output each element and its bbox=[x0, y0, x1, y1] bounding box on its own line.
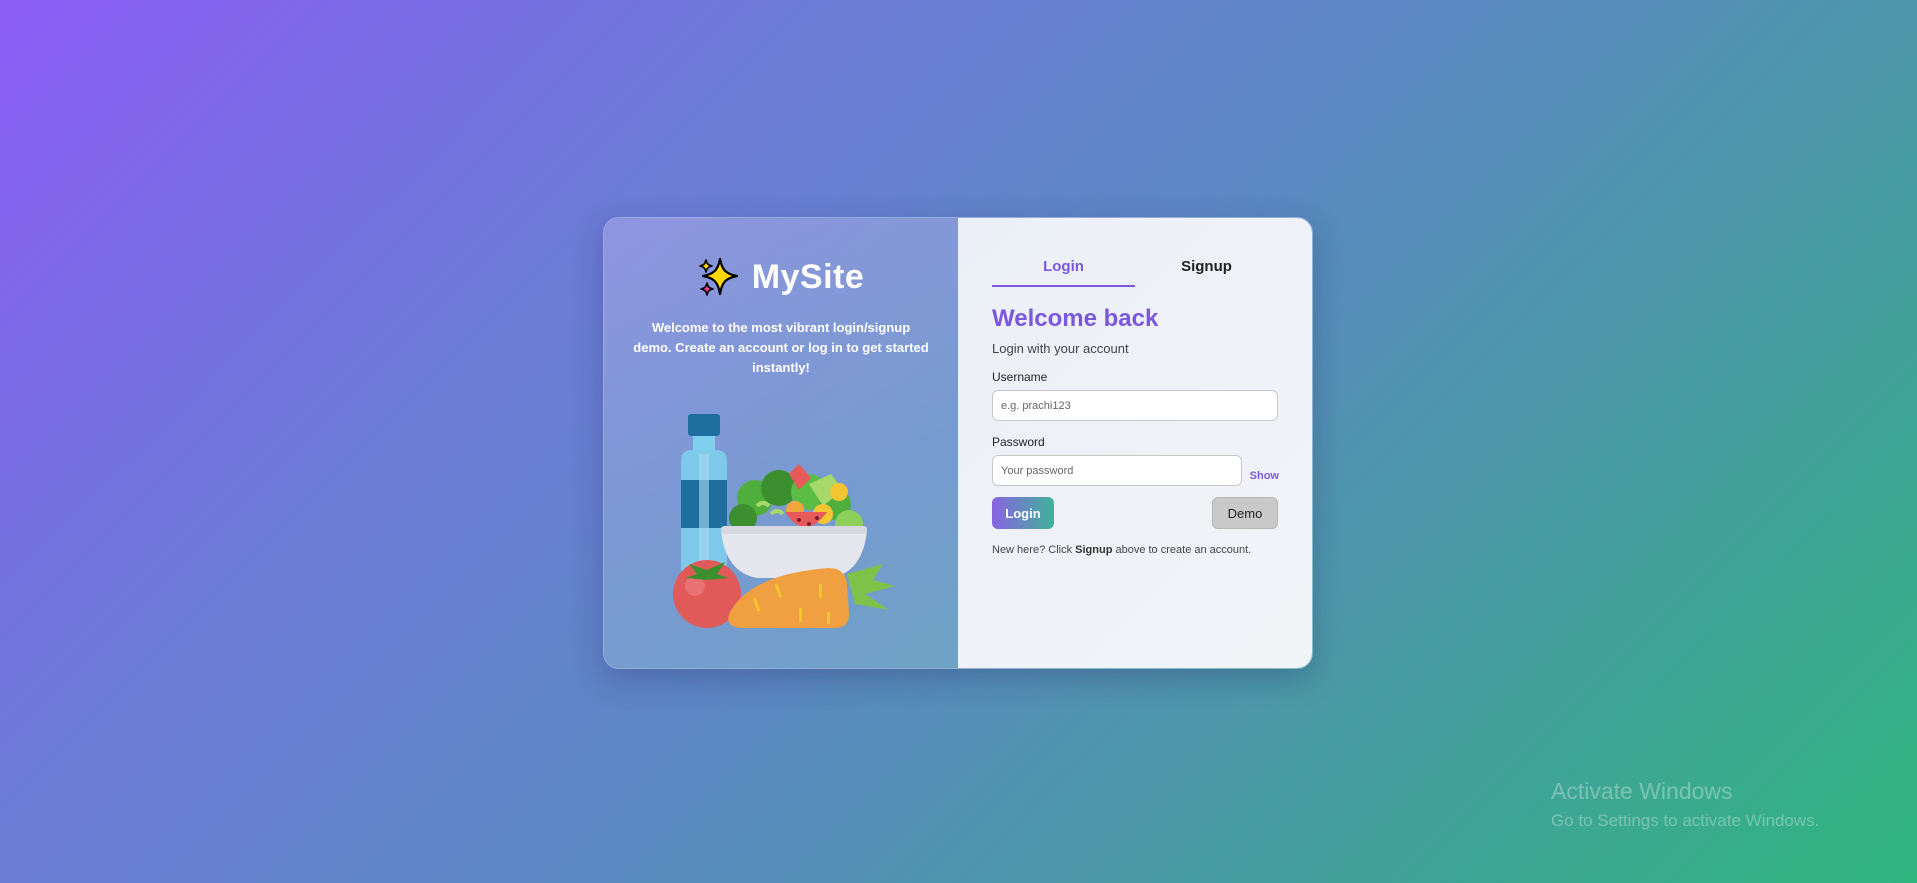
healthy-food-illustration bbox=[673, 414, 895, 628]
auth-tabs: Login Signup bbox=[992, 258, 1279, 287]
form-subheading: Login with your account bbox=[992, 341, 1129, 356]
login-button[interactable]: Login bbox=[992, 497, 1054, 529]
auth-card: MySite Welcome to the most vibrant login… bbox=[603, 217, 1313, 669]
username-input[interactable] bbox=[992, 390, 1278, 421]
form-heading: Welcome back bbox=[992, 305, 1159, 332]
password-row: Show bbox=[992, 455, 1279, 486]
activate-windows-watermark: Activate Windows Go to Settings to activ… bbox=[1551, 778, 1819, 831]
brand-header: MySite bbox=[604, 256, 958, 298]
form-panel: Login Signup Welcome back Login with you… bbox=[958, 218, 1312, 668]
signup-hint: New here? Click Signup above to create a… bbox=[992, 544, 1279, 556]
show-password-toggle[interactable]: Show bbox=[1250, 470, 1279, 482]
form-actions: Login Demo bbox=[992, 497, 1278, 529]
hint-suffix: above to create an account. bbox=[1112, 544, 1252, 556]
username-label: Username bbox=[992, 370, 1048, 384]
brand-title: MySite bbox=[751, 257, 865, 296]
sparkles-icon bbox=[698, 257, 738, 296]
watermark-title: Activate Windows bbox=[1551, 778, 1733, 804]
password-label: Password bbox=[992, 435, 1045, 449]
hint-signup-link: Signup bbox=[1075, 544, 1113, 556]
tab-signup[interactable]: Signup bbox=[1135, 258, 1278, 287]
hint-prefix: New here? Click bbox=[992, 544, 1076, 556]
brand-panel: MySite Welcome to the most vibrant login… bbox=[604, 218, 958, 668]
password-input[interactable] bbox=[992, 455, 1242, 486]
tab-login[interactable]: Login bbox=[992, 258, 1135, 287]
brand-tagline: Welcome to the most vibrant login/signup… bbox=[633, 320, 929, 375]
watermark-subtitle: Go to Settings to activate Windows. bbox=[1551, 811, 1820, 830]
demo-button[interactable]: Demo bbox=[1212, 497, 1278, 529]
